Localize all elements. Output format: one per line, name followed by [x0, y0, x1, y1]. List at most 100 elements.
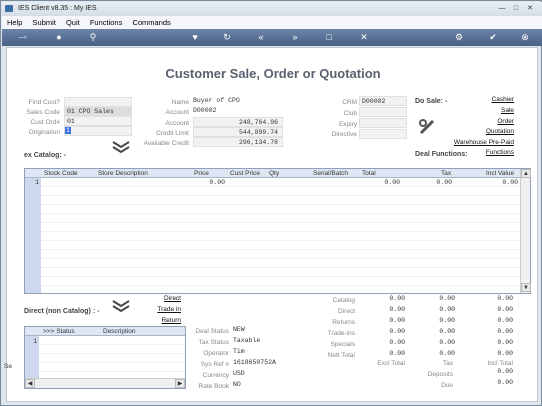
totals-nett-c: 0.00 [497, 350, 513, 357]
totals-direct-a: 0.00 [389, 306, 405, 313]
menu-submit[interactable]: Submit [33, 18, 56, 27]
page-title: Customer Sale, Order or Quotation [165, 66, 381, 81]
title-bar: IES Client v8.35 : My IES [2, 2, 542, 16]
search-icon[interactable]: ⚲ [86, 29, 100, 46]
incl-total-label: Incl Total [487, 360, 513, 367]
totals-returns-c: 0.00 [497, 317, 513, 324]
last-page-icon[interactable]: » [288, 29, 302, 46]
catalog-grid-header: Stock Code Store Description Price Cust … [25, 169, 520, 178]
catalog-row-tax[interactable]: 0.00 [410, 179, 452, 186]
origination-field[interactable]: 1 [64, 126, 132, 136]
account-label: Account [165, 109, 190, 116]
totals-direct-label: Direct [338, 308, 355, 315]
main-content: Customer Sale, Order or Quotation Find C… [6, 47, 538, 402]
ok-icon[interactable]: ✔ [486, 29, 500, 46]
toolbar: ⎯◦ ● ⚲ ♥ ↻ « » □ ✕ ⚙ ✔ ⊗ [2, 29, 542, 46]
scroll-down-icon[interactable]: ▼ [521, 283, 531, 292]
cust-ord-label: Cust Ord# [30, 119, 60, 126]
col-store-description[interactable]: Store Description [98, 169, 148, 178]
col-serial-batch[interactable]: Serial/Batch [313, 169, 348, 178]
col-incl-value[interactable]: Incl Value [486, 169, 514, 178]
catalog-scrollbar[interactable]: ▲ ▼ [520, 169, 531, 293]
crm-value: D00002 [359, 96, 407, 106]
maximize-icon[interactable]: □ [511, 4, 521, 13]
totals-nett-a: 0.00 [389, 350, 405, 357]
warehouse-pre-paid-link[interactable]: Warehouse Pre-Paid [437, 139, 514, 146]
menu-functions[interactable]: Functions [90, 18, 123, 27]
scroll-up-icon[interactable]: ▲ [521, 169, 531, 178]
directive-field [359, 129, 407, 139]
account-balance-value: 248,764.96 [193, 117, 283, 127]
tools-icon[interactable] [418, 118, 436, 136]
window-title: IES Client v8.35 : My IES [18, 5, 97, 12]
totals-specials-label: Specials [330, 341, 355, 348]
col-stock-code[interactable]: Stock Code [44, 169, 78, 178]
sales-code-label: Sales Code [26, 109, 60, 116]
col-tax[interactable]: Tax [441, 169, 451, 178]
account-balance-label: Account [165, 120, 190, 127]
direct-hscrollbar[interactable]: ◀ ▶ [25, 378, 185, 388]
scroll-left-icon[interactable]: ◀ [25, 379, 35, 388]
key-icon[interactable]: ⎯◦ [16, 29, 30, 46]
app-icon [5, 5, 13, 12]
crm-label: CRM [342, 99, 357, 106]
cashier-link[interactable]: Cashier [447, 96, 514, 103]
menu-quit[interactable]: Quit [66, 18, 80, 27]
col-status[interactable]: >>> Status [43, 327, 75, 336]
available-credit-value: 296,134.78 [193, 137, 283, 147]
catalog-row-incl[interactable]: 0.00 [465, 179, 518, 186]
excl-total-label: Excl Total [377, 360, 405, 367]
col-price[interactable]: Price [194, 169, 209, 178]
totals-returns-a: 0.00 [389, 317, 405, 324]
delete-icon[interactable]: ✕ [357, 29, 371, 46]
help-icon[interactable]: ● [52, 29, 66, 46]
cancel-icon[interactable]: ⊗ [518, 29, 532, 46]
sale-link[interactable]: Sale [447, 107, 514, 114]
new-icon[interactable]: □ [322, 29, 336, 46]
totals-trade-ins-label: Trade-ins [327, 330, 355, 337]
deposits-value: 0.00 [497, 368, 513, 375]
totals-returns-b: 0.00 [439, 317, 455, 324]
col-description[interactable]: Description [103, 327, 136, 336]
settings-icon[interactable]: ⚙ [452, 29, 466, 46]
first-page-icon[interactable]: « [254, 29, 268, 46]
quotation-link[interactable]: Quotation [447, 128, 514, 135]
return-link[interactable]: Return [147, 317, 181, 324]
menu-commands[interactable]: Commands [132, 18, 170, 27]
order-link[interactable]: Order [447, 118, 514, 125]
operator-label: Operator [203, 350, 229, 357]
col-qty[interactable]: Qty [269, 169, 279, 178]
find-cust-label: Find Cust? [28, 99, 60, 106]
sys-ref-value: 1618650752A [233, 359, 276, 366]
direct-grid-header: >>> Status Description [25, 327, 185, 336]
totals-specials-c: 0.00 [497, 339, 513, 346]
minimize-icon[interactable]: — [497, 4, 507, 13]
close-icon[interactable]: ✕ [525, 4, 535, 13]
due-value: 0.00 [497, 379, 513, 386]
menu-help[interactable]: Help [7, 18, 22, 27]
direct-row-number: 1 [33, 338, 37, 345]
col-total[interactable]: Total [362, 169, 376, 178]
chevron-down-icon[interactable] [111, 298, 131, 314]
sales-code-field[interactable]: 01 CPO Sales [64, 106, 132, 116]
direct-link[interactable]: Direct [147, 295, 181, 302]
catalog-row-total[interactable]: 0.00 [355, 179, 400, 186]
catalog-grid[interactable]: Stock Code Store Description Price Cust … [24, 168, 531, 294]
totals-trade-ins-c: 0.00 [497, 328, 513, 335]
totals-direct-b: 0.00 [439, 306, 455, 313]
totals-catalog-b: 0.00 [439, 295, 455, 302]
cust-ord-field[interactable]: 01 [64, 116, 132, 126]
totals-specials-b: 0.00 [439, 339, 455, 346]
trade-in-link[interactable]: Trade in [147, 306, 181, 313]
col-cust-price[interactable]: Cust Price [230, 169, 260, 178]
refresh-icon[interactable]: ↻ [220, 29, 234, 46]
chevron-down-icon[interactable] [111, 139, 131, 155]
direct-grid[interactable]: >>> Status Description 1 ◀ ▶ [24, 326, 186, 389]
expiry-label: Expiry [338, 121, 357, 128]
side-panel-stub: Se [4, 363, 12, 370]
due-label: Due [441, 382, 453, 389]
deposits-label: Deposits [427, 371, 453, 378]
expiry-field [359, 118, 407, 128]
heart-icon[interactable]: ♥ [188, 29, 202, 46]
catalog-row-price[interactable]: 0.00 [175, 179, 225, 186]
